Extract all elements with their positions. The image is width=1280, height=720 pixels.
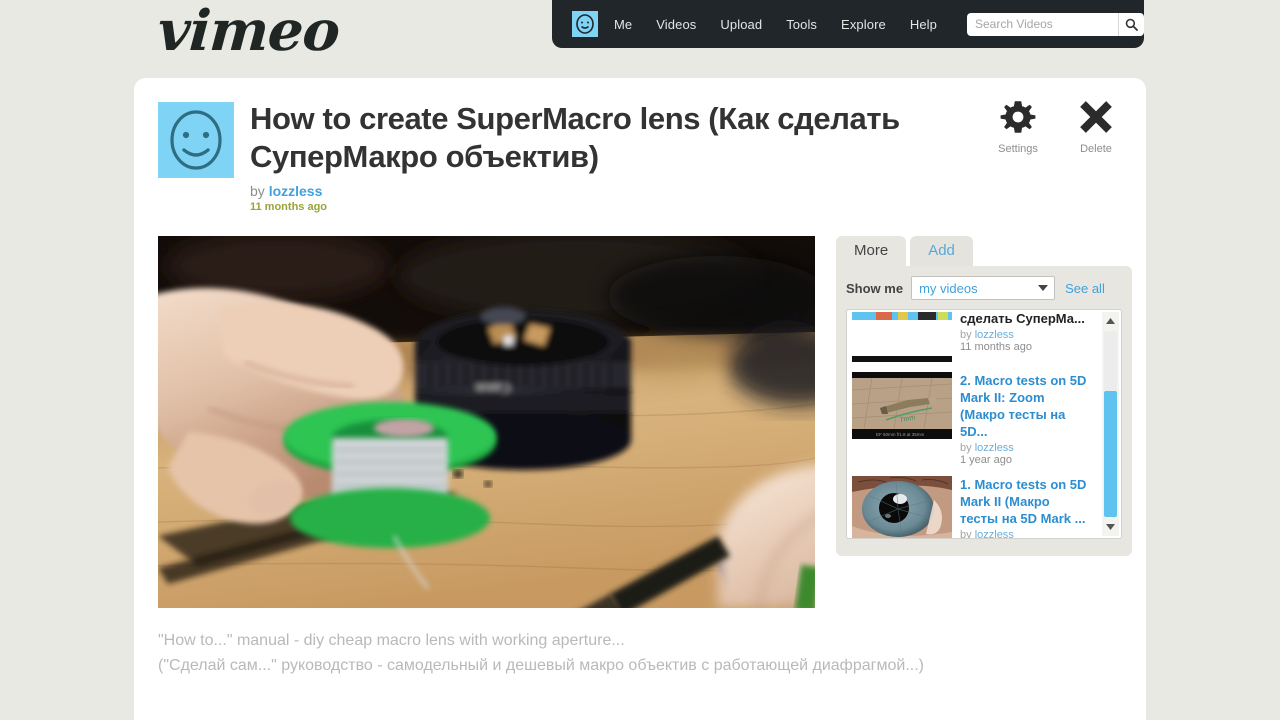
video-actions: Settings Delete [990, 98, 1124, 155]
vimeo-logo[interactable]: vimeo [156, 0, 342, 64]
smiley-avatar-icon[interactable] [572, 11, 598, 37]
list-scrollbar[interactable] [1102, 312, 1119, 536]
list-item-meta: сделать СуперМа... by lozzless 11 months… [960, 310, 1090, 362]
delete-button[interactable]: Delete [1068, 98, 1124, 155]
video-owner-avatar[interactable] [158, 102, 234, 178]
video-card: How to create SuperMacro lens (Как сдела… [134, 78, 1146, 720]
related-videos-list: сделать СуперМа... by lozzless 11 months… [846, 309, 1122, 539]
tab-more[interactable]: More [836, 236, 907, 266]
chevron-down-icon[interactable] [1102, 518, 1119, 536]
close-x-icon [1080, 101, 1112, 133]
nav-item-tools[interactable]: Tools [786, 17, 817, 32]
nav-item-me[interactable]: Me [614, 17, 632, 32]
settings-label: Settings [998, 143, 1038, 155]
nav-item-upload[interactable]: Upload [720, 17, 762, 32]
byline-prefix: by [960, 442, 972, 454]
show-me-select[interactable]: my videos [911, 276, 1056, 300]
list-item[interactable]: сделать СуперМа... by lozzless 11 months… [847, 310, 1095, 367]
byline-prefix: by [960, 329, 972, 341]
byline-prefix: by [960, 529, 972, 538]
svg-text:Canon: Canon [476, 381, 510, 396]
video-description: "How to..." manual - diy cheap macro len… [158, 628, 1018, 678]
list-item-author-link[interactable]: lozzless [975, 329, 1014, 341]
eye-macro-thumbnail [852, 476, 952, 538]
list-item-author-link[interactable]: lozzless [975, 529, 1014, 538]
description-line-ru: ("Сделай сам..." руководство - самодельн… [158, 657, 924, 674]
list-item-author-link[interactable]: lozzless [975, 442, 1014, 454]
show-me-label: Show me [846, 280, 904, 296]
nav-item-help[interactable]: Help [910, 17, 937, 32]
list-item-byline: by lozzless [960, 442, 1090, 454]
list-item-title[interactable]: сделать СуперМа... [960, 310, 1090, 327]
list-item-byline: by lozzless [960, 529, 1090, 538]
byline-prefix: by [250, 183, 265, 199]
chevron-down-icon [1038, 285, 1049, 291]
chevron-up-icon[interactable] [1102, 312, 1119, 330]
settings-button[interactable]: Settings [990, 98, 1046, 155]
list-item-byline: by lozzless [960, 329, 1090, 341]
video-byline: by lozzless [250, 183, 1015, 199]
screw-macro-thumbnail: 7mm EF 50mm f/1.8 at 35mm [852, 372, 952, 439]
scrollbar-track[interactable] [1104, 331, 1117, 517]
delete-label: Delete [1080, 143, 1112, 155]
list-item-date: 1 year ago [960, 454, 1012, 466]
list-item-title[interactable]: 2. Macro tests on 5D Mark II: Zoom (Макр… [960, 372, 1090, 440]
list-item-meta: 1. Macro tests on 5D Mark II (Макро тест… [960, 476, 1090, 538]
list-item-meta: 2. Macro tests on 5D Mark II: Zoom (Макр… [960, 372, 1090, 466]
description-line-en: "How to..." manual - diy cheap macro len… [158, 632, 625, 649]
tab-add[interactable]: Add [910, 236, 973, 266]
nav-item-videos[interactable]: Videos [656, 17, 696, 32]
side-panel-tabs: More Add [836, 236, 1132, 266]
side-panel-body: Show me my videos See all сделать СуперМ… [836, 266, 1132, 556]
video-still-image: Canon [158, 236, 815, 608]
top-navigation-bar: Me Videos Upload Tools Explore Help [552, 0, 1144, 48]
page-title: How to create SuperMacro lens (Как сдела… [250, 101, 900, 174]
strip-thumbnail [852, 310, 952, 362]
nav-item-explore[interactable]: Explore [841, 17, 886, 32]
list-item[interactable]: 1. Macro tests on 5D Mark II (Макро тест… [847, 471, 1095, 538]
list-item[interactable]: 7mm EF 50mm f/1.8 at 35mm 2. Macro tests… [847, 367, 1095, 471]
search-input[interactable] [966, 13, 1107, 35]
vimeo-video-page: vimeo Me Videos Upload Tools Explore Hel… [0, 0, 1280, 720]
show-me-select-value: my videos [919, 280, 978, 296]
video-header: How to create SuperMacro lens (Как сдела… [250, 100, 1015, 213]
see-all-link[interactable]: See all [1065, 281, 1105, 296]
scrollbar-thumb[interactable] [1104, 390, 1117, 517]
list-item-title[interactable]: 1. Macro tests on 5D Mark II (Макро тест… [960, 476, 1090, 527]
video-author-link[interactable]: lozzless [269, 183, 323, 199]
video-player[interactable]: Canon [158, 236, 815, 608]
related-videos-scrollarea: сделать СуперМа... by lozzless 11 months… [847, 310, 1095, 538]
search-box [966, 12, 1144, 36]
svg-text:EF 50mm f/1.8 at 35mm: EF 50mm f/1.8 at 35mm [876, 432, 925, 437]
search-icon[interactable] [1118, 12, 1144, 36]
list-item-date: 11 months ago [960, 341, 1032, 353]
gear-icon [1000, 101, 1036, 133]
show-me-row: Show me my videos See all [846, 276, 1122, 300]
side-panel: More Add Show me my videos See all сдела… [836, 236, 1132, 556]
video-upload-date: 11 months ago [250, 201, 328, 213]
